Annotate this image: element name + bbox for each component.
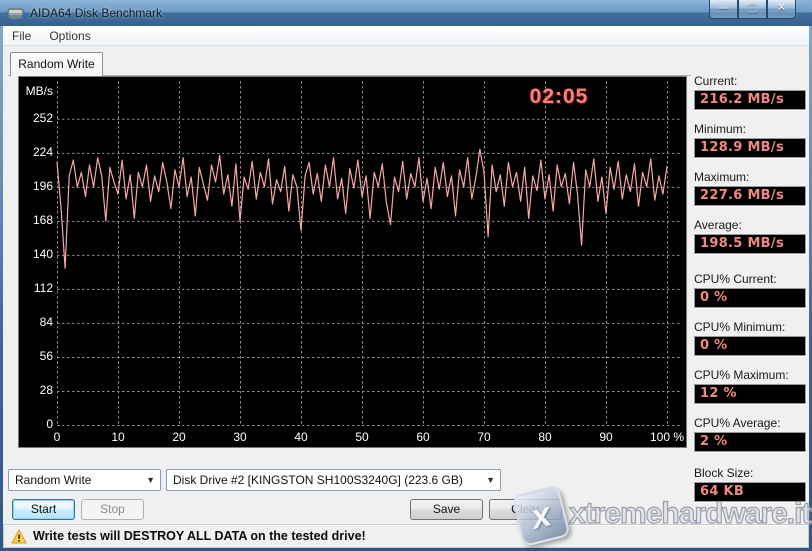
hard-disk-icon <box>7 8 24 19</box>
maximize-button: ▢ <box>738 0 767 19</box>
stat-label: Block Size: <box>694 466 754 480</box>
stat-label: CPU% Current: <box>694 272 777 286</box>
stop-button[interactable]: Stop <box>81 499 144 520</box>
x-tick-label: 70 <box>477 430 491 444</box>
stat-value: 0 % <box>694 288 806 308</box>
warning-icon <box>11 529 27 543</box>
x-tick-label: 50 <box>355 430 369 444</box>
stat-value: 227.6 MB/s <box>694 186 806 206</box>
stat-label: Average: <box>694 218 742 232</box>
elapsed-time: 02:05 <box>529 85 589 108</box>
stat-value: 64 KB <box>694 482 806 502</box>
stat-value: 198.5 MB/s <box>694 234 806 254</box>
y-tick-label: 224 <box>32 144 53 159</box>
status-warning-text: Write tests will DESTROY ALL DATA on the… <box>33 529 366 543</box>
stat-minimum: Minimum: 128.9 MB/s <box>694 122 806 158</box>
stat-cpu-maximum: CPU% Maximum: 12 % <box>694 368 806 404</box>
x-tick-label: 0 <box>53 430 61 444</box>
stat-cpu-current: CPU% Current: 0 % <box>694 272 806 308</box>
chevron-down-icon: ▼ <box>146 475 155 485</box>
drive-select[interactable]: Disk Drive #2 [KINGSTON SH100S3240G] (22… <box>166 469 501 491</box>
x-tick-label: 90 <box>599 430 613 444</box>
stat-value: 2 % <box>694 432 806 452</box>
y-tick-label: 28 <box>39 382 53 397</box>
titlebar[interactable]: AIDA64 Disk Benchmark — ▢ ✕ <box>0 0 812 26</box>
stat-value: 128.9 MB/s <box>694 138 806 158</box>
window-title: AIDA64 Disk Benchmark <box>30 6 163 20</box>
stat-value: 12 % <box>694 384 806 404</box>
test-type-value: Random Write <box>15 473 92 487</box>
y-tick-label: 56 <box>39 348 53 363</box>
stat-block-size: Block Size: 64 KB <box>694 466 806 502</box>
test-type-select[interactable]: Random Write ▼ <box>8 469 161 491</box>
x-tick-label: 30 <box>233 430 247 444</box>
window-controls: — ▢ ✕ <box>709 0 796 19</box>
clear-button[interactable]: Clear <box>489 499 562 520</box>
stat-value: 0 % <box>694 336 806 356</box>
menubar: File Options <box>3 26 809 46</box>
benchmark-chart: MB/s 252 224 196 168 140 112 84 56 28 0 0 10 20 30 40… <box>18 76 687 448</box>
stat-maximum: Maximum: 227.6 MB/s <box>694 170 806 206</box>
y-tick-label: 168 <box>32 212 53 227</box>
tab-random-write[interactable]: Random Write <box>10 52 103 76</box>
y-tick-label: 0 <box>46 417 53 431</box>
x-tick-label: 10 <box>111 430 125 444</box>
x-tick-label: 100 % <box>649 430 685 444</box>
close-button[interactable]: ✕ <box>767 0 796 19</box>
stat-cpu-minimum: CPU% Minimum: 0 % <box>694 320 806 356</box>
y-axis-unit-label: MB/s <box>25 84 53 98</box>
benchmark-line-chart <box>56 81 681 426</box>
stat-value: 216.2 MB/s <box>694 90 806 110</box>
x-tick-label: 40 <box>294 430 308 444</box>
menu-file[interactable]: File <box>3 26 40 46</box>
stat-label: CPU% Average: <box>694 416 781 430</box>
stat-cpu-average: CPU% Average: 2 % <box>694 416 806 452</box>
client-area: Random Write MB/s 252 224 196 168 140 112 84 56… <box>3 46 812 548</box>
x-tick-label: 20 <box>172 430 186 444</box>
y-tick-label: 140 <box>32 246 53 261</box>
x-tick-label: 80 <box>538 430 552 444</box>
stat-current: Current: 216.2 MB/s <box>694 74 806 110</box>
drive-value: Disk Drive #2 [KINGSTON SH100S3240G] (22… <box>173 473 463 487</box>
y-tick-label: 112 <box>33 280 53 295</box>
menu-options[interactable]: Options <box>40 26 99 46</box>
stat-average: Average: 198.5 MB/s <box>694 218 806 254</box>
start-button[interactable]: Start <box>12 499 75 520</box>
chevron-down-icon: ▼ <box>486 475 495 485</box>
save-button[interactable]: Save <box>410 499 483 520</box>
y-tick-label: 196 <box>32 178 53 193</box>
app-window: AIDA64 Disk Benchmark — ▢ ✕ File Options… <box>0 0 812 551</box>
minimize-button[interactable]: — <box>709 0 738 19</box>
status-bar: Write tests will DESTROY ALL DATA on the… <box>3 524 809 548</box>
stat-label: Minimum: <box>694 122 747 136</box>
stat-label: CPU% Minimum: <box>694 320 786 334</box>
y-tick-label: 252 <box>32 110 53 125</box>
stat-label: Maximum: <box>694 170 750 184</box>
stat-label: CPU% Maximum: <box>694 368 789 382</box>
y-tick-label: 84 <box>39 314 53 329</box>
x-tick-label: 60 <box>416 430 430 444</box>
stat-label: Current: <box>694 74 738 88</box>
